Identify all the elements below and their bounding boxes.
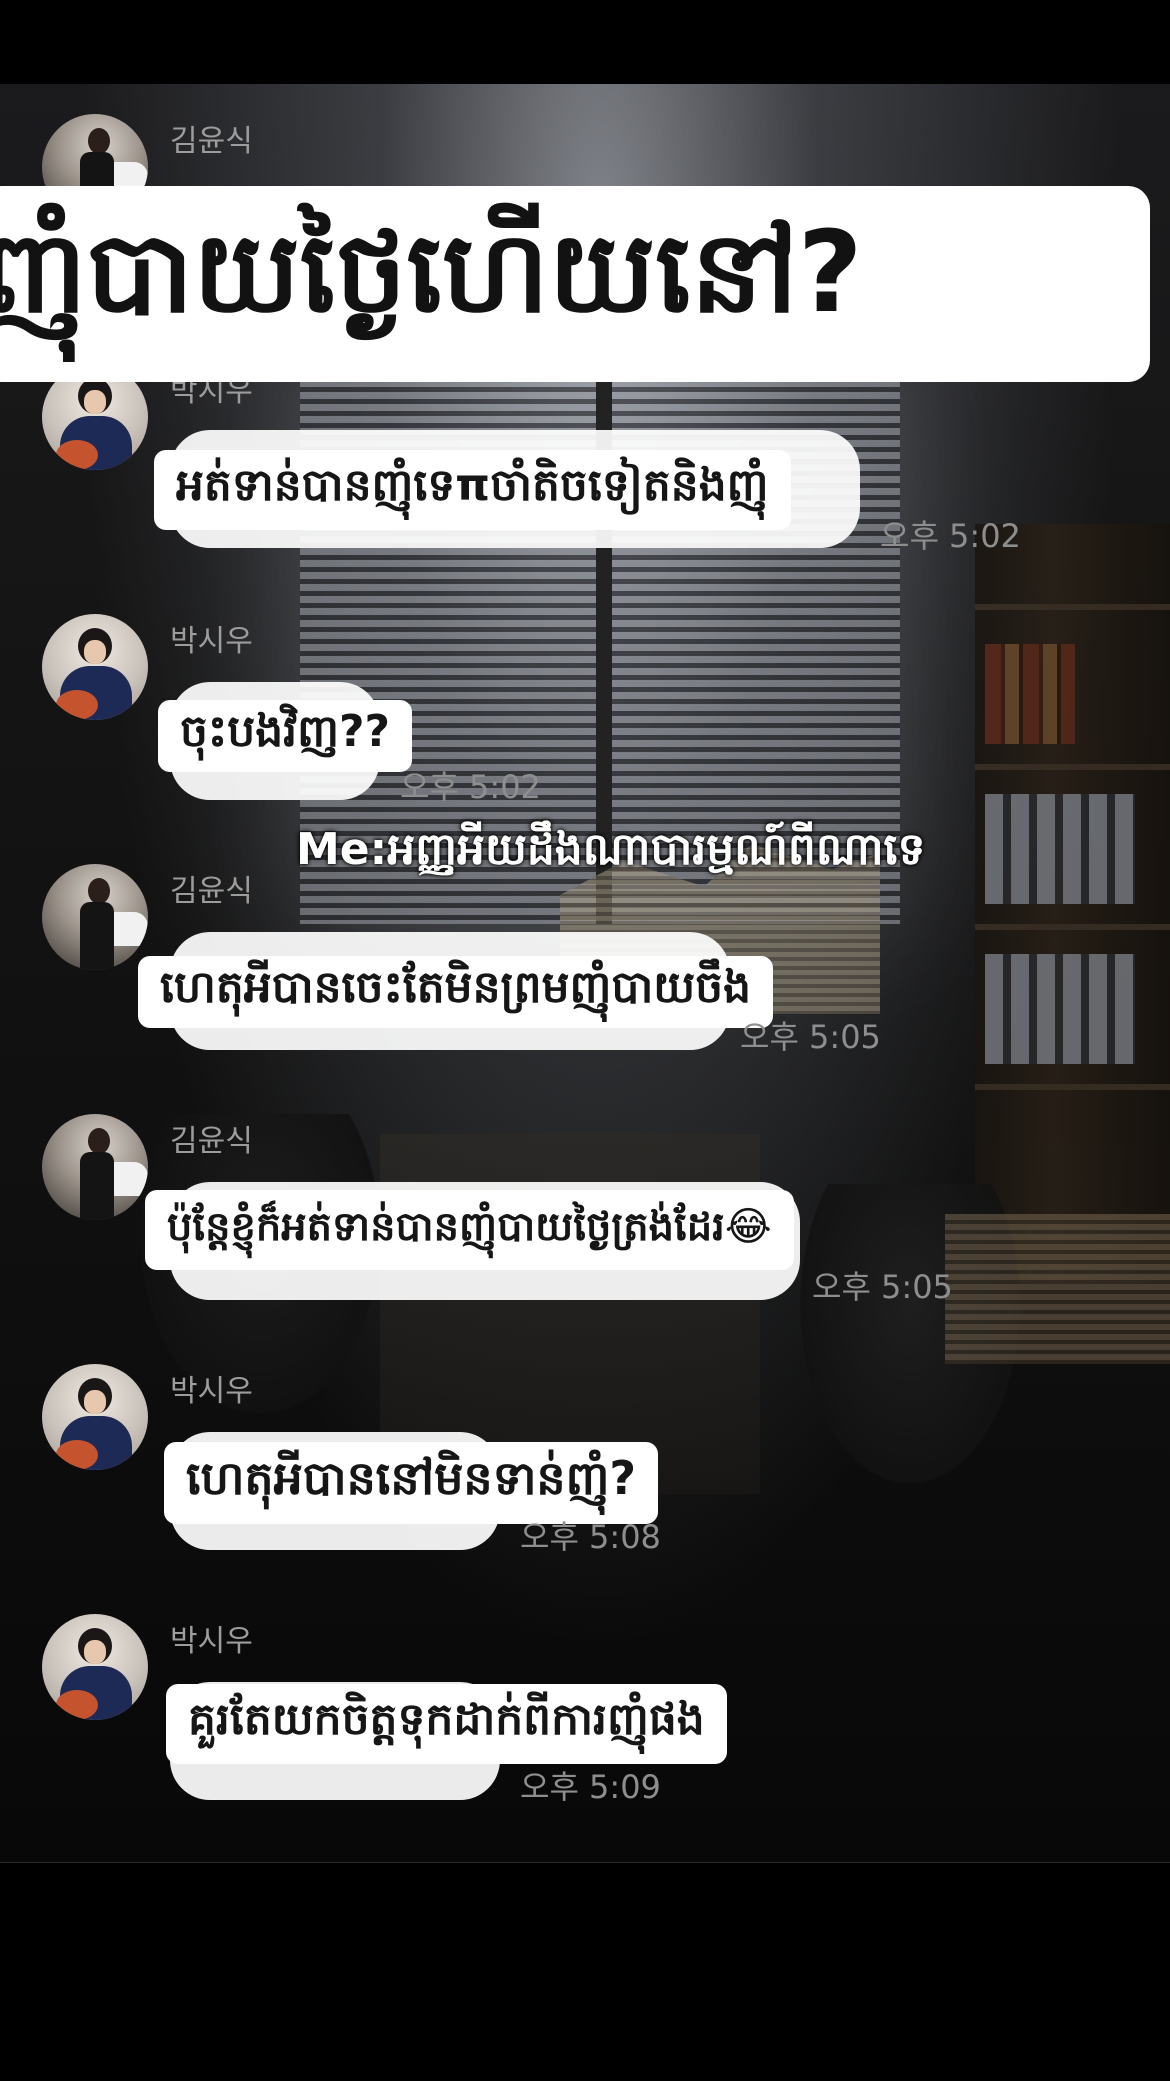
top-bar [0,0,1170,85]
message-time: 오후 5:09 [520,1768,661,1806]
message-time: 오후 5:05 [740,1018,881,1056]
message-time: 오후 5:08 [520,1518,661,1556]
avatar[interactable] [42,1364,148,1470]
bottom-bar [0,1862,1170,2081]
message-text: ប៉ុន្តែខ្ញុំក៏អត់ទាន់បានញុំបាយថ្ងៃត្រង់ដ… [145,1190,794,1270]
sender-name: 김윤식 [170,1124,253,1159]
sender-name: 김윤식 [170,124,253,159]
avatar[interactable] [42,1114,148,1220]
sender-name: 김윤식 [170,874,253,909]
avatar[interactable] [42,614,148,720]
message-time: 오후 5:02 [400,768,541,806]
message-time: 오후 5:02 [880,517,1021,555]
sender-name: 박시우 [170,624,253,659]
question-banner: ញុំបាយថ្ងៃហើយនៅ? [0,186,1150,382]
background-bookshelf [975,524,1170,1284]
message-text: គួរតែយកចិត្តទុកដាក់ពីការញុំផង [166,1684,727,1764]
avatar[interactable] [42,1614,148,1720]
sender-name: 박시우 [170,1374,253,1409]
avatar[interactable] [42,864,148,970]
meme-caption: Me:អញ្ញអីយដឹងណាបារម្មណ៍ពីណាទេ [296,824,926,875]
sender-name: 박시우 [170,1624,253,1659]
message-time: 오후 5:05 [812,1268,953,1306]
message-text: ហេតុអីបានចេះតែមិនព្រមញុំបាយចឹង [138,956,774,1028]
background-right-stack [945,1214,1170,1364]
message-text: អត់ទាន់បានញុំទេπចាំតិចទៀតនិងញុំ [154,450,791,530]
message-text: ចុះបងវិញ?? [158,700,413,772]
